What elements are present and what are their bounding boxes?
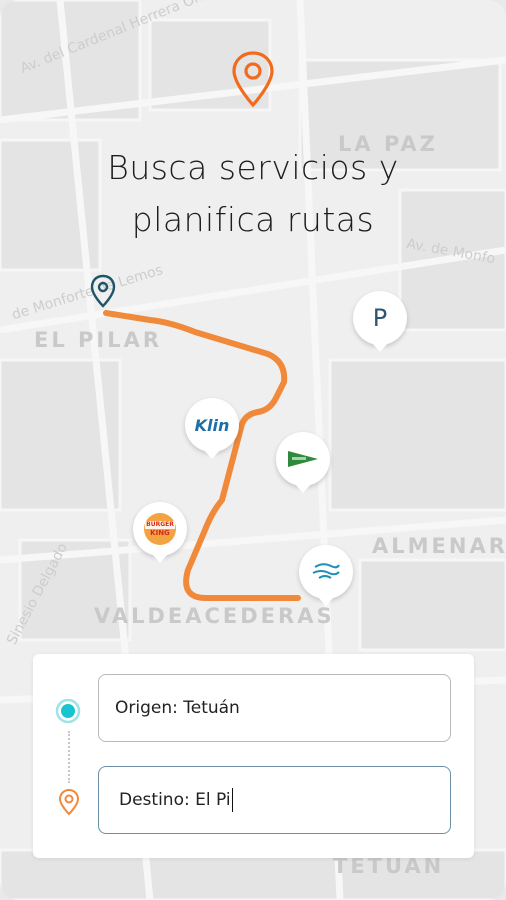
destination-pin-icon bbox=[58, 788, 80, 816]
destination-input[interactable]: Destino: El Pi bbox=[98, 766, 451, 834]
page-headline: Busca servicios y planifica rutas bbox=[0, 142, 506, 246]
burger-king-logo-line2: KING bbox=[150, 529, 170, 537]
el-corte-ingles-logo-icon bbox=[288, 451, 318, 467]
origin-dot-icon bbox=[55, 698, 81, 724]
headline-line-2: planifica rutas bbox=[131, 200, 375, 239]
route-planner-panel: Origen: Tetuán Destino: El Pi bbox=[33, 654, 474, 858]
fuel-poi[interactable] bbox=[299, 545, 353, 606]
text-cursor bbox=[231, 788, 234, 812]
origin-input[interactable]: Origen: Tetuán bbox=[98, 674, 451, 742]
burger-king-poi[interactable]: BURGER KING bbox=[133, 502, 187, 563]
route-start-pin-icon bbox=[90, 274, 116, 308]
burger-king-logo: BURGER KING bbox=[144, 513, 176, 545]
location-pin-icon bbox=[232, 51, 274, 108]
klin-logo: Klin bbox=[194, 415, 230, 435]
el-corte-ingles-poi[interactable] bbox=[276, 432, 330, 493]
parking-label: P bbox=[372, 304, 388, 332]
route-connector-line bbox=[68, 731, 70, 783]
destination-input-value: Destino: El Pi bbox=[119, 790, 231, 810]
parking-poi[interactable]: P bbox=[353, 291, 407, 352]
origin-input-value: Origen: Tetuán bbox=[115, 698, 240, 718]
app-screen: Av. del Cardenal Herrera Oria de Monfort… bbox=[0, 0, 506, 900]
headline-line-1: Busca servicios y bbox=[107, 148, 399, 187]
fuel-logo-icon bbox=[312, 563, 340, 579]
klin-poi[interactable]: Klin bbox=[185, 398, 239, 459]
burger-king-logo-line1: BURGER bbox=[145, 521, 175, 529]
